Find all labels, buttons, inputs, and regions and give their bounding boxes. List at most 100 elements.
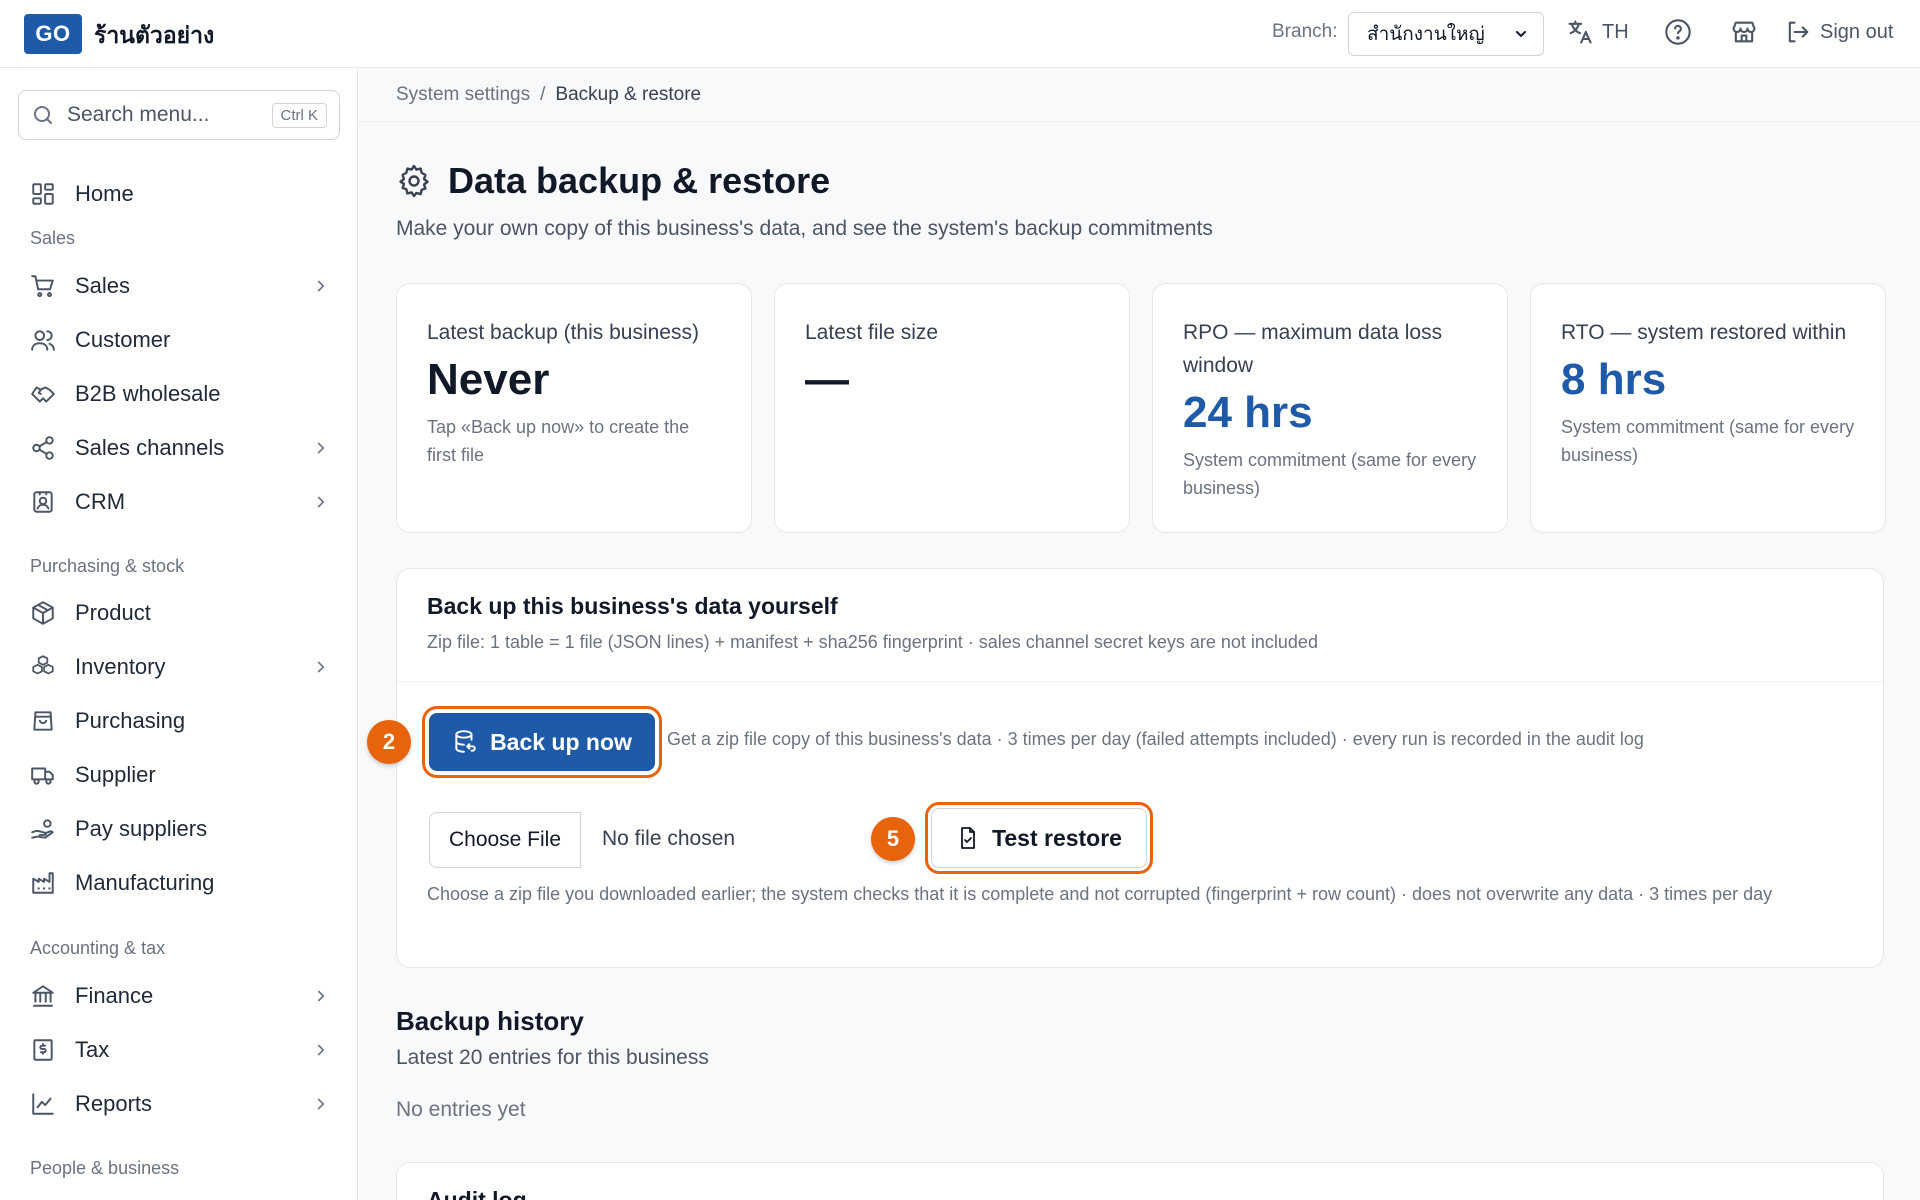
dashboard-icon (32, 183, 54, 205)
sidebar-item-tax[interactable]: Tax (30, 1030, 330, 1070)
top-bar: GO ร้านตัวอย่าง Branch: สำนักงานใหญ่ TH … (0, 0, 1920, 68)
help-icon (1665, 19, 1691, 45)
factory-icon (32, 872, 54, 894)
sidebar-item-label: Customer (75, 327, 171, 352)
branch-select[interactable]: สำนักงานใหญ่ (1348, 12, 1544, 56)
help-button[interactable] (1664, 18, 1692, 46)
branch-value: สำนักงานใหญ่ (1367, 24, 1485, 45)
language-label: TH (1602, 20, 1629, 43)
stat-label: Latest backup (this business) (427, 321, 699, 344)
store-button[interactable] (1730, 18, 1758, 46)
sidebar-item-label: Purchasing (75, 708, 186, 733)
chevron-right-icon (317, 661, 325, 673)
sidebar-item-sales[interactable]: Sales (30, 266, 330, 306)
sidebar-item-crm[interactable]: CRM (30, 482, 330, 522)
sign-out-button[interactable]: Sign out (1784, 18, 1893, 46)
branch-label: Branch: (1272, 21, 1338, 42)
search-placeholder: Search menu... (67, 103, 210, 126)
stat-label: RPO — maximum data loss window (1183, 321, 1443, 377)
sidebar-item-purchasing[interactable]: Purchasing (30, 701, 330, 741)
file-name-display: No file chosen (602, 827, 736, 850)
sidebar-item-supplier[interactable]: Supplier (30, 755, 330, 795)
chevron-right-icon (317, 990, 325, 1002)
translate-icon (1568, 20, 1592, 44)
test-restore-button[interactable]: Test restore (925, 802, 1153, 874)
sidebar-item-pay-suppliers[interactable]: Pay suppliers (30, 809, 330, 849)
backup-history-subtitle: Latest 20 entries for this business (396, 1046, 709, 1069)
sidebar-item-label: Manufacturing (75, 870, 215, 895)
truck-icon (31, 767, 54, 785)
sidebar-item-manufacturing[interactable]: Manufacturing (30, 863, 330, 903)
cart-icon (31, 275, 54, 298)
backup-panel-description: Zip file: 1 table = 1 file (JSON lines) … (427, 632, 1318, 652)
sidebar-item-label: Sales (75, 273, 131, 298)
chevron-right-icon (317, 496, 325, 508)
share-icon (32, 436, 54, 460)
sidebar-item-label: Home (75, 181, 134, 206)
sidebar: Search menu... Ctrl K Home Sales Sales C… (0, 68, 358, 1200)
page-title: Data backup & restore (396, 160, 830, 202)
chevron-down-icon (1516, 31, 1526, 37)
sidebar-item-sales-channels[interactable]: Sales channels (30, 428, 330, 468)
section-people: People & business (30, 1158, 180, 1178)
sidebar-item-b2b[interactable]: B2B wholesale (30, 374, 330, 414)
sidebar-item-finance[interactable]: Finance (30, 976, 330, 1016)
section-purchasing: Purchasing & stock (30, 556, 185, 576)
page-subtitle: Make your own copy of this business's da… (396, 217, 1213, 240)
stat-note: Tap «Back up now» to create the first fi… (427, 417, 690, 465)
sidebar-item-reports[interactable]: Reports (30, 1084, 330, 1124)
stat-note: System commitment (same for every busine… (1183, 450, 1477, 498)
stat-value: Never (427, 355, 550, 404)
receipt-icon (33, 1039, 53, 1061)
step-badge-backup: 2 (367, 720, 411, 764)
sidebar-item-label: Product (75, 600, 151, 625)
chevron-right-icon (317, 442, 325, 454)
backup-hint: Get a zip file copy of this business's d… (667, 729, 1644, 749)
stat-latest-backup: Latest backup (this business) Never Tap … (396, 283, 752, 533)
sidebar-item-label: Sales channels (75, 435, 225, 460)
backup-panel-title: Back up this business's data yourself (427, 593, 838, 619)
breadcrumb: System settings / Backup & restore (396, 84, 701, 106)
sidebar-item-home[interactable]: Home (30, 174, 330, 214)
stat-note: System commitment (same for every busine… (1561, 417, 1855, 465)
gear-icon (399, 164, 429, 198)
backup-panel: Back up this business's data yourself Zi… (367, 568, 1884, 968)
chevron-right-icon (317, 1098, 325, 1110)
backup-history-title: Backup history (396, 1006, 584, 1036)
back-up-now-button[interactable]: Back up now (422, 706, 662, 778)
stat-value: — (805, 355, 849, 404)
sidebar-item-label: CRM (75, 489, 126, 514)
database-backup-icon (455, 730, 476, 753)
language-toggle[interactable]: TH (1566, 18, 1629, 46)
chevron-right-icon (317, 1044, 325, 1056)
sign-out-label: Sign out (1820, 20, 1894, 43)
sidebar-item-label: Tax (75, 1037, 110, 1062)
sidebar-item-customer[interactable]: Customer (30, 320, 330, 360)
section-accounting: Accounting & tax (30, 938, 166, 958)
stat-rto: RTO — system restored within 8 hrs Syste… (1530, 283, 1886, 533)
breadcrumb-parent[interactable]: System settings (396, 84, 530, 106)
choose-file-button[interactable]: Choose File (429, 812, 581, 868)
line-chart-icon (32, 1093, 54, 1115)
shopping-bag-icon (33, 711, 53, 731)
app-logo[interactable]: GO (24, 14, 82, 54)
users-icon (31, 330, 55, 351)
boxes-icon (32, 655, 54, 675)
restore-note: Choose a zip file you downloaded earlier… (427, 884, 1773, 904)
sidebar-item-label: B2B wholesale (75, 381, 221, 406)
chevron-right-icon (317, 280, 325, 292)
store-icon (1732, 21, 1756, 43)
search-input[interactable]: Search menu... Ctrl K (18, 90, 340, 140)
sidebar-item-product[interactable]: Product (30, 593, 330, 633)
sidebar-item-inventory[interactable]: Inventory (30, 647, 330, 687)
stat-label: RTO — system restored within (1561, 321, 1847, 344)
stat-value: 24 hrs (1183, 388, 1313, 437)
search-icon (34, 106, 52, 124)
sidebar-item-label: Pay suppliers (75, 816, 208, 841)
back-up-now-label: Back up now (490, 728, 632, 755)
breadcrumb-current: Backup & restore (555, 84, 702, 105)
divider (397, 681, 1883, 682)
stat-label: Latest file size (805, 321, 939, 344)
sidebar-item-label: Finance (75, 983, 154, 1008)
file-check-icon (961, 827, 975, 849)
